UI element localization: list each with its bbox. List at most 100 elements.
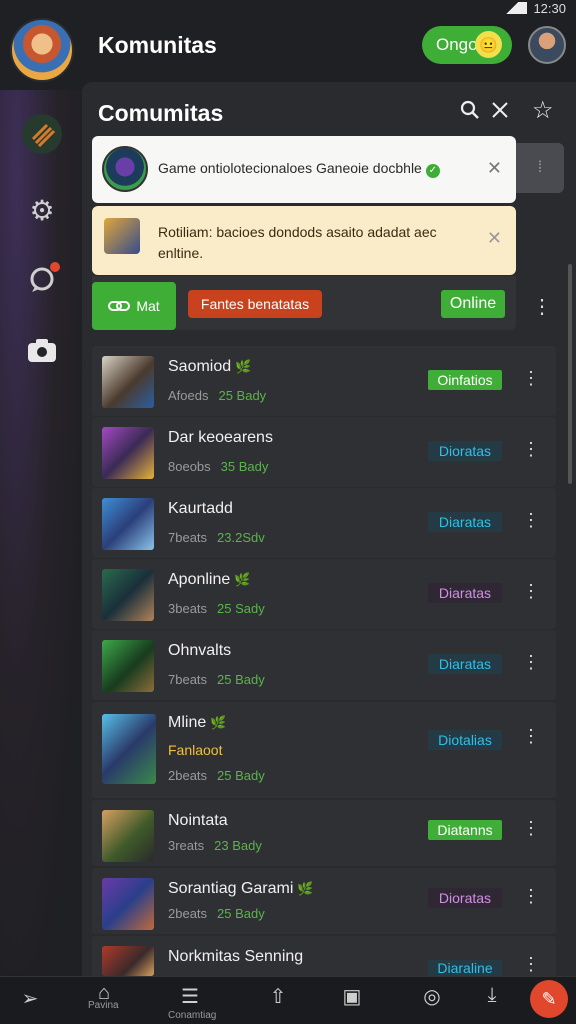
scrollbar[interactable] (568, 264, 572, 484)
leaf-icon: 🌿 (234, 572, 251, 587)
community-activity: 25 Bady (218, 388, 267, 403)
more-vert-icon[interactable]: ⋮ (522, 368, 540, 389)
close-icon[interactable]: ✕ (487, 158, 502, 179)
community-name: Kaurtadd (168, 500, 233, 517)
community-meta: 3reats 23 Bady (168, 838, 262, 853)
filter-bar: Mat Fantes benatatas Online (92, 276, 516, 330)
menu-icon[interactable]: ☰ (170, 984, 210, 1009)
nav-label-left: Pavina (88, 1000, 119, 1011)
rail-home-icon[interactable] (22, 114, 62, 154)
notification-avatar (102, 146, 148, 192)
list-item[interactable]: Saomiod 🌿 Afoeds 25 Bady Oinfatios ⋮ (92, 346, 556, 416)
more-vert-icon[interactable]: ⋮ (522, 886, 540, 907)
status-pill-label: Ongo (436, 35, 478, 54)
verified-icon: ✓ (425, 164, 440, 178)
download-icon[interactable]: ⤓ (472, 984, 512, 1007)
send-icon[interactable]: ➢ (10, 986, 50, 1011)
community-meta: 3beats 25 Sady (168, 601, 265, 616)
filter-chip-fantes[interactable]: Fantes benatatas (188, 290, 322, 318)
target-icon[interactable]: ◎ (412, 984, 452, 1009)
compose-icon[interactable]: ✎ (530, 980, 568, 1018)
notification-badge (50, 262, 60, 272)
list-item[interactable]: Kaurtadd 7beats 23.2Sdv Diaratas ⋮ (92, 488, 556, 558)
list-item[interactable]: Aponline 🌿 3beats 25 Sady Diaratas ⋮ (92, 559, 556, 629)
list-item[interactable]: Ohnvalts 7beats 25 Bady Diaratas ⋮ (92, 630, 556, 700)
side-more-icon[interactable]: ⁞ (516, 143, 564, 193)
community-meta: Afoeds 25 Bady (168, 388, 266, 403)
community-name: Nointata (168, 812, 228, 829)
user-avatar[interactable] (528, 26, 566, 64)
more-vert-icon[interactable]: ⋮ (522, 726, 540, 747)
community-activity: 25 Bady (217, 768, 265, 783)
community-members: Afoeds (168, 388, 209, 403)
community-thumb (102, 714, 156, 784)
filter-chip-mat[interactable]: Mat (92, 282, 176, 330)
community-members: 7beats (168, 672, 208, 687)
list-item[interactable]: Sorantiag Garami 🌿 2beats 25 Bady Dioratas… (92, 868, 556, 934)
search-icon[interactable] (458, 100, 482, 126)
community-members: 2beats (168, 768, 208, 783)
community-activity: 25 Sady (217, 601, 265, 616)
gear-icon[interactable]: ⚙ (22, 190, 62, 230)
community-members: 7beats (168, 530, 208, 545)
more-vert-icon[interactable]: ⋮ (522, 954, 540, 975)
leaf-icon: 🌿 (210, 715, 227, 730)
community-name: Sorantiag Garami (168, 880, 294, 897)
more-vert-icon[interactable]: ⋮ (522, 510, 540, 531)
community-name-wrap: Aponline 🌿 (168, 571, 250, 589)
app-avatar[interactable] (10, 18, 74, 82)
top-header: Komunitas Ongo 😐 (0, 16, 576, 82)
community-name: Aponline (168, 571, 231, 588)
community-members: 2beats (168, 906, 208, 921)
community-thumb (102, 878, 154, 930)
close-icon[interactable]: ✕ (487, 228, 502, 249)
edit-icon[interactable] (488, 100, 512, 126)
camera-icon[interactable] (22, 330, 62, 370)
more-vert-icon[interactable]: ⋮ (532, 294, 552, 319)
status-badge: Diaratas (428, 654, 502, 674)
community-thumb (102, 498, 154, 550)
emoji-icon: 😐 (475, 31, 502, 58)
panel-title: Comumitas (98, 100, 224, 126)
community-subtitle: Fanlaoot (168, 742, 223, 758)
community-activity: 23.2Sdv (217, 530, 265, 545)
community-name: Mline (168, 714, 207, 731)
status-pill[interactable]: Ongo 😐 (422, 26, 512, 64)
star-icon[interactable]: ☆ (532, 96, 554, 125)
community-thumb (102, 640, 154, 692)
list-item[interactable]: Dar keoearens 8oeobs 35 Bady Dioratas ⋮ (92, 417, 556, 487)
community-meta: 7beats 25 Bady (168, 672, 265, 687)
community-name: Saomiod (168, 358, 232, 375)
notification-text: Game ontiolotecionaloes Ganeoie docbhle (158, 160, 422, 176)
status-badge: Diaratas (428, 583, 502, 603)
community-activity: 23 Bady (214, 838, 262, 853)
leaf-icon: 🌿 (297, 881, 314, 896)
list-item[interactable]: Nointata 3reats 23 Bady Diatanns ⋮ (92, 800, 556, 866)
signal-icon (501, 2, 528, 14)
share-icon[interactable]: ⇧ (258, 984, 298, 1009)
more-vert-icon[interactable]: ⋮ (522, 581, 540, 602)
community-name-wrap: Sorantiag Garami 🌿 (168, 880, 314, 898)
filter-chip-online[interactable]: Online (441, 290, 505, 318)
community-activity: 35 Bady (220, 459, 269, 474)
notification-warning[interactable]: Rotiliam: bacioes dondods asaito adadat … (92, 206, 516, 275)
chat-icon[interactable] (22, 260, 62, 300)
status-badge: Dioratas (428, 441, 502, 461)
community-thumb (102, 810, 154, 862)
community-activity: 25 Bady (217, 672, 265, 687)
community-name: Ohnvalts (168, 642, 232, 659)
more-vert-icon[interactable]: ⋮ (522, 652, 540, 673)
community-members: 8oeobs (168, 459, 211, 474)
list-item[interactable]: Norkmitas Senning Diaraline ⋮ (92, 936, 556, 976)
app-title: Komunitas (98, 32, 217, 58)
notification-game[interactable]: Game ontiolotecionaloes Ganeoie docbhle ✓… (92, 136, 516, 203)
community-meta: 2beats 25 Bady (168, 906, 265, 921)
left-rail: ⚙ (0, 90, 82, 970)
notification-thumb (104, 218, 140, 254)
status-badge: Oinfatios (428, 370, 502, 390)
list-item[interactable]: Mline 🌿 Fanlaoot 2beats 25 Bady Diotalias … (92, 702, 556, 798)
status-bar: 12:30 (501, 0, 576, 16)
more-vert-icon[interactable]: ⋮ (522, 818, 540, 839)
more-vert-icon[interactable]: ⋮ (522, 439, 540, 460)
tv-icon[interactable]: ▣ (332, 984, 372, 1009)
